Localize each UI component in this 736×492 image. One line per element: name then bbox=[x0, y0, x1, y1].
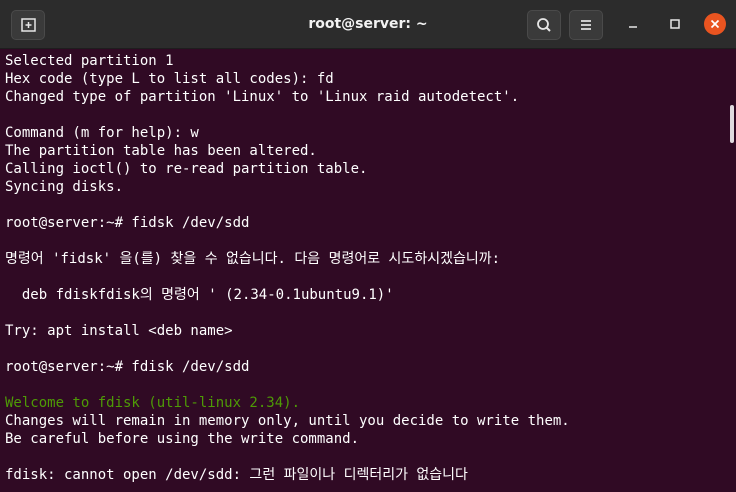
close-button[interactable] bbox=[704, 13, 726, 35]
minimize-icon bbox=[629, 26, 637, 28]
terminal-line: Be careful before using the write comman… bbox=[5, 431, 360, 447]
scrollbar-thumb[interactable] bbox=[730, 105, 734, 143]
terminal-line: Try: apt install <deb name> bbox=[5, 323, 233, 339]
terminal-output[interactable]: Selected partition 1 Hex code (type L to… bbox=[0, 49, 728, 492]
maximize-icon bbox=[670, 19, 680, 29]
maximize-button[interactable] bbox=[664, 13, 686, 35]
terminal-line: Calling ioctl() to re-read partition tab… bbox=[5, 161, 368, 177]
terminal-line: Syncing disks. bbox=[5, 179, 124, 195]
search-button[interactable] bbox=[527, 10, 561, 40]
terminal-line: Changed type of partition 'Linux' to 'Li… bbox=[5, 89, 520, 105]
terminal-line: Hex code (type L to list all codes): fd bbox=[5, 71, 334, 87]
vertical-scrollbar[interactable] bbox=[728, 49, 736, 492]
terminal-line: 명령어 'fidsk' 을(를) 찾을 수 없습니다. 다음 명령어로 시도하시… bbox=[5, 251, 501, 267]
terminal-line: Changes will remain in memory only, unti… bbox=[5, 413, 570, 429]
terminal-line: Selected partition 1 bbox=[5, 53, 174, 69]
terminal-line: The partition table has been altered. bbox=[5, 143, 317, 159]
terminal-window: root@server: ~ Selected partition 1 Hex … bbox=[0, 0, 736, 492]
terminal-line: root@server:~# fdisk /dev/sdd bbox=[5, 359, 250, 375]
minimize-button[interactable] bbox=[622, 13, 644, 35]
terminal-line: deb fdiskfdisk의 명령어 ' (2.34-0.1ubuntu9.1… bbox=[5, 287, 394, 303]
terminal-line: Command (m for help): w bbox=[5, 125, 199, 141]
hamburger-menu-icon bbox=[581, 20, 591, 30]
close-icon bbox=[710, 19, 720, 29]
terminal-line: root@server:~# fidsk /dev/sdd bbox=[5, 215, 250, 231]
terminal-line: Welcome to fdisk (util-linux 2.34). bbox=[5, 395, 301, 411]
menu-button[interactable] bbox=[569, 10, 603, 40]
terminal-line: fdisk: cannot open /dev/sdd: 그런 파일이나 디렉터… bbox=[5, 467, 468, 483]
search-icon bbox=[537, 18, 551, 32]
title-bar: root@server: ~ bbox=[0, 0, 736, 49]
